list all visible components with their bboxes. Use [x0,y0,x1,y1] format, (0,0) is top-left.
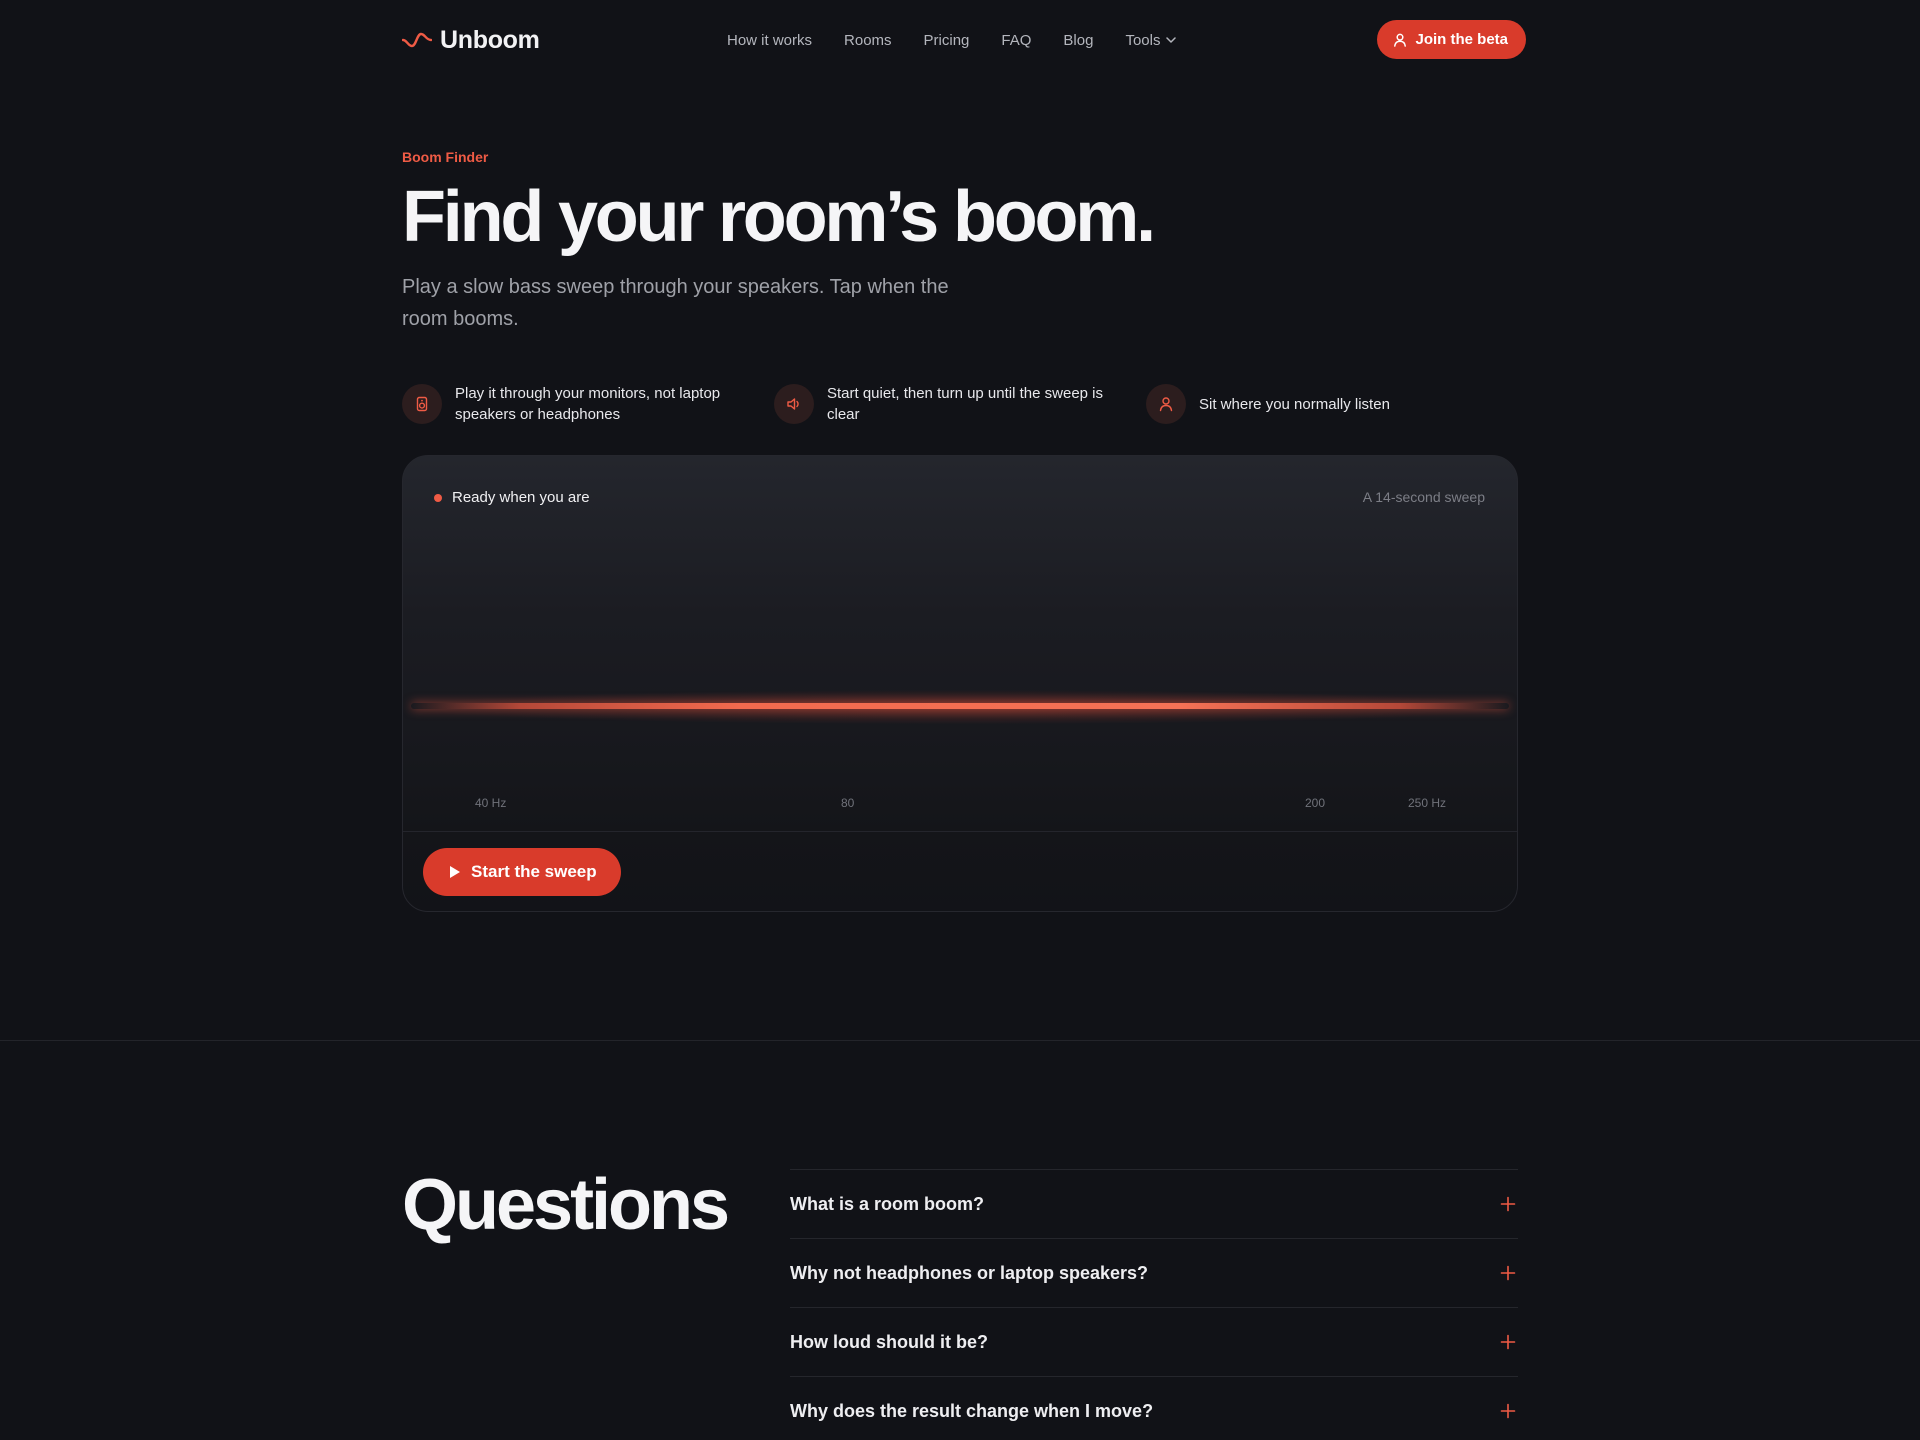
nav-link-rooms[interactable]: Rooms [844,32,892,49]
faq-item[interactable]: Why does the result change when I move? [790,1376,1518,1440]
faq-list: What is a room boom? Why not headphones … [790,1169,1518,1440]
tip-listening-position: Sit where you normally listen [1146,383,1518,425]
plus-icon [1500,1334,1516,1350]
brand-logo[interactable]: Unboom [402,26,540,55]
hero-subtitle: Play a slow bass sweep through your spea… [402,276,949,330]
faq-question: Why does the result change when I move? [790,1400,1154,1421]
sweep-status: Ready when you are [434,489,590,506]
join-beta-button[interactable]: Join the beta [1377,20,1526,59]
hero-title: Find your room’s boom. [402,177,1156,257]
sweep-panel: Ready when you are A 14-second sweep 40 … [402,455,1518,912]
nav-link-pricing[interactable]: Pricing [924,32,970,49]
axis-label-200: 200 [1305,796,1326,810]
speaker-icon [402,384,442,424]
user-icon [1394,33,1407,47]
nav-tools-dropdown[interactable]: Tools [1125,31,1177,49]
plus-icon [1500,1403,1516,1419]
tip-text: Play it through your monitors, not lapto… [455,385,721,423]
nav-links: How it works Rooms Pricing FAQ Blog Tool… [727,0,1177,80]
play-icon [450,866,460,878]
nav-link-faq[interactable]: FAQ [1001,32,1031,49]
plus-icon [1500,1265,1516,1281]
faq-question: Why not headphones or laptop speakers? [790,1262,1149,1283]
faq-item[interactable]: How loud should it be? [790,1307,1518,1376]
start-sweep-label: Start the sweep [471,862,597,881]
faq-question: How loud should it be? [790,1331,988,1352]
setup-tips: Play it through your monitors, not lapto… [402,383,1518,425]
nav-tools-label: Tools [1125,31,1161,49]
start-sweep-button[interactable]: Start the sweep [423,848,621,896]
tip-text: Start quiet, then turn up until the swee… [827,385,1103,423]
axis-label-250hz: 250 Hz [1408,796,1447,810]
chevron-down-icon [1166,37,1177,43]
tip-volume: Start quiet, then turn up until the swee… [774,383,1146,425]
sweep-line [411,703,1509,709]
axis-label-80: 80 [841,796,855,810]
hero-eyebrow: Boom Finder [402,149,489,165]
top-nav: Unboom How it works Rooms Pricing FAQ Bl… [402,0,1526,80]
sweep-duration-note: A 14-second sweep [1362,489,1485,505]
tip-text: Sit where you normally listen [1199,395,1390,413]
nav-link-how-it-works[interactable]: How it works [727,32,812,49]
brand-name: Unboom [440,25,540,54]
axis-label-40hz: 40 Hz [475,796,507,810]
nav-link-blog[interactable]: Blog [1063,32,1093,49]
faq-title: Questions [402,1165,730,1245]
volume-icon [774,384,814,424]
panel-divider [403,831,1517,832]
plus-icon [1500,1196,1516,1212]
section-divider [0,1040,1920,1041]
join-beta-label: Join the beta [1415,31,1508,48]
waveform-logo-icon [402,32,432,48]
status-dot [434,493,442,502]
status-text: Ready when you are [452,489,590,506]
tip-monitors: Play it through your monitors, not lapto… [402,383,774,425]
listener-icon [1146,384,1186,424]
faq-item[interactable]: Why not headphones or laptop speakers? [790,1238,1518,1307]
faq-question: What is a room boom? [790,1193,985,1214]
faq-item[interactable]: What is a room boom? [790,1169,1518,1238]
